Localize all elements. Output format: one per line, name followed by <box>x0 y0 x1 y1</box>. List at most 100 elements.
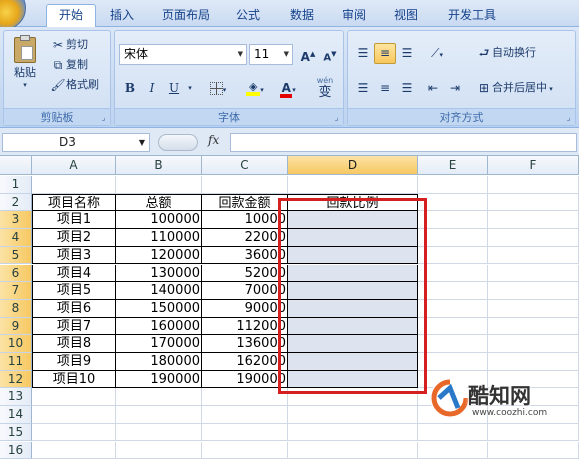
font-size-select[interactable]: 11▼ <box>249 44 293 65</box>
cell-a7[interactable]: 项目5 <box>32 282 116 300</box>
column-header-a[interactable]: A <box>32 156 116 175</box>
dialog-launcher-icon[interactable]: ⌟ <box>99 113 108 122</box>
shrink-font-button[interactable]: A▼ <box>319 44 341 65</box>
underline-button[interactable]: U <box>163 78 185 99</box>
cell-f2[interactable] <box>488 194 579 212</box>
cell-c3[interactable]: 10000 <box>202 211 288 229</box>
tab-data[interactable]: 数据 <box>282 5 322 27</box>
font-name-select[interactable]: 宋体▼ <box>119 44 247 65</box>
align-left-button[interactable]: ☰ <box>352 78 374 99</box>
row-header-12[interactable]: 12 <box>0 371 32 389</box>
cell-a15[interactable] <box>32 424 116 442</box>
cell-c1[interactable] <box>202 176 288 194</box>
cell-b9[interactable]: 160000 <box>116 318 202 336</box>
cell-a8[interactable]: 项目6 <box>32 300 116 318</box>
cell-e5[interactable] <box>418 247 488 265</box>
cell-f3[interactable] <box>488 211 579 229</box>
cell-b10[interactable]: 170000 <box>116 335 202 353</box>
cell-b6[interactable]: 130000 <box>116 265 202 283</box>
cell-a6[interactable]: 项目4 <box>32 265 116 283</box>
cell-c6[interactable]: 52000 <box>202 265 288 283</box>
cell-a9[interactable]: 项目7 <box>32 318 116 336</box>
align-center-button[interactable]: ≡ <box>374 78 396 99</box>
dialog-launcher-icon[interactable]: ⌟ <box>332 113 341 122</box>
cell-b12[interactable]: 190000 <box>116 371 202 389</box>
paste-button[interactable]: 粘贴 ▾ <box>10 37 40 89</box>
row-header-2[interactable]: 2 <box>0 194 32 212</box>
cell-b15[interactable] <box>116 424 202 442</box>
cell-a4[interactable]: 项目2 <box>32 229 116 247</box>
cell-c14[interactable] <box>202 406 288 424</box>
cell-b1[interactable] <box>116 176 202 194</box>
cell-a14[interactable] <box>32 406 116 424</box>
cell-f8[interactable] <box>488 300 579 318</box>
align-middle-button[interactable]: ≡ <box>374 43 396 64</box>
cell-c7[interactable]: 70000 <box>202 282 288 300</box>
cell-a12[interactable]: 项目10 <box>32 371 116 389</box>
column-header-f[interactable]: F <box>488 156 579 175</box>
dialog-launcher-icon[interactable]: ⌟ <box>564 113 573 122</box>
cell-b14[interactable] <box>116 406 202 424</box>
decrease-indent-button[interactable]: ⇤ <box>422 78 444 99</box>
cell-d1[interactable] <box>288 176 418 194</box>
format-painter-button[interactable]: 🖌格式刷 <box>50 77 99 93</box>
cell-e10[interactable] <box>418 335 488 353</box>
chevron-down-icon[interactable]: ▾ <box>185 78 195 99</box>
formula-bar-splitter[interactable] <box>158 134 198 151</box>
cell-c8[interactable]: 90000 <box>202 300 288 318</box>
fill-color-button[interactable]: ◈▾ <box>239 78 271 99</box>
cell-a3[interactable]: 项目1 <box>32 211 116 229</box>
align-bottom-button[interactable]: ☰ <box>396 43 418 64</box>
cell-f7[interactable] <box>488 282 579 300</box>
tab-formulas[interactable]: 公式 <box>228 5 268 27</box>
row-header-1[interactable]: 1 <box>0 176 32 194</box>
cell-c11[interactable]: 162000 <box>202 353 288 371</box>
row-header-14[interactable]: 14 <box>0 406 32 424</box>
cell-c4[interactable]: 22000 <box>202 229 288 247</box>
row-header-10[interactable]: 10 <box>0 335 32 353</box>
row-header-4[interactable]: 4 <box>0 229 32 247</box>
align-top-button[interactable]: ☰ <box>352 43 374 64</box>
cell-e8[interactable] <box>418 300 488 318</box>
align-right-button[interactable]: ☰ <box>396 78 418 99</box>
increase-indent-button[interactable]: ⇥ <box>444 78 466 99</box>
cell-f11[interactable] <box>488 353 579 371</box>
bold-button[interactable]: B <box>119 78 141 99</box>
header-cell-b[interactable]: 总额 <box>116 194 202 212</box>
row-header-15[interactable]: 15 <box>0 424 32 442</box>
font-color-button[interactable]: A▾ <box>273 78 303 99</box>
cell-d15[interactable] <box>288 424 418 442</box>
cell-c9[interactable]: 112000 <box>202 318 288 336</box>
cell-d16[interactable] <box>288 442 418 459</box>
cut-button[interactable]: ✂剪切 <box>50 37 88 53</box>
cell-a10[interactable]: 项目8 <box>32 335 116 353</box>
merge-center-button[interactable]: ⊞合并后居中 ▾ <box>476 80 553 97</box>
cell-c12[interactable]: 190000 <box>202 371 288 389</box>
select-all-corner[interactable] <box>0 156 32 175</box>
row-header-8[interactable]: 8 <box>0 300 32 318</box>
grow-font-button[interactable]: A▲ <box>297 44 319 65</box>
cell-a13[interactable] <box>32 388 116 406</box>
copy-button[interactable]: ⧉复制 <box>50 57 88 73</box>
header-cell-c[interactable]: 回款金额 <box>202 194 288 212</box>
cell-f5[interactable] <box>488 247 579 265</box>
row-header-5[interactable]: 5 <box>0 247 32 265</box>
tab-developer[interactable]: 开发工具 <box>440 5 504 27</box>
cell-a16[interactable] <box>32 442 116 459</box>
cell-e2[interactable] <box>418 194 488 212</box>
row-header-6[interactable]: 6 <box>0 265 32 283</box>
wrap-text-button[interactable]: ⮐自动换行 <box>476 45 536 61</box>
tab-page-layout[interactable]: 页面布局 <box>152 5 220 27</box>
column-header-e[interactable]: E <box>418 156 488 175</box>
insert-function-icon[interactable]: fx <box>208 133 219 147</box>
cell-b16[interactable] <box>116 442 202 459</box>
header-cell-a[interactable]: 项目名称 <box>32 194 116 212</box>
cell-b7[interactable]: 140000 <box>116 282 202 300</box>
italic-button[interactable]: I <box>141 78 163 99</box>
row-header-9[interactable]: 9 <box>0 318 32 336</box>
row-header-11[interactable]: 11 <box>0 353 32 371</box>
cell-e6[interactable] <box>418 265 488 283</box>
name-box[interactable]: D3 ▼ <box>2 133 150 152</box>
cell-b3[interactable]: 100000 <box>116 211 202 229</box>
row-header-16[interactable]: 16 <box>0 442 32 459</box>
